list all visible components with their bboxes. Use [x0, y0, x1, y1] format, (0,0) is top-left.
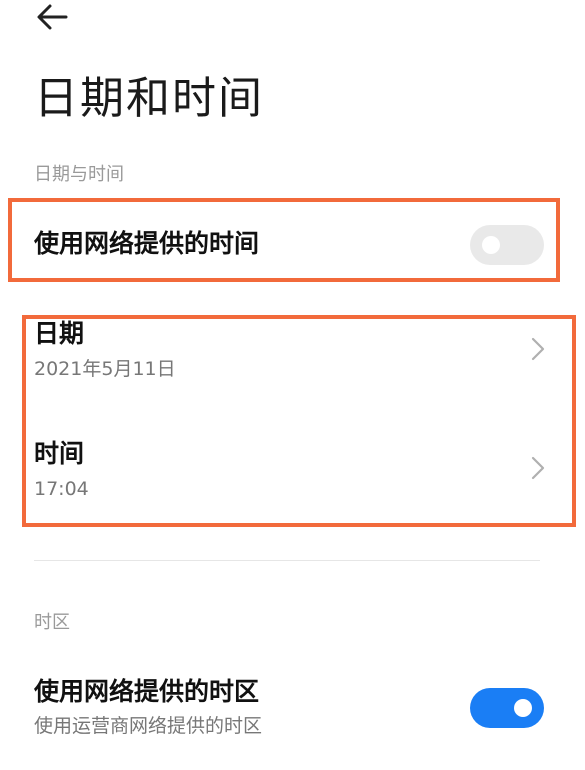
date-time-settings-page: 日期和时间 日期与时间 使用网络提供的时间 日期 2021年5月11日 时间 1…	[0, 0, 585, 770]
network-timezone-toggle[interactable]	[470, 688, 544, 728]
network-time-toggle[interactable]	[470, 225, 544, 265]
time-row[interactable]	[26, 425, 572, 523]
chevron-right-icon	[531, 456, 545, 480]
network-timezone-subtitle: 使用运营商网络提供的时区	[34, 715, 263, 737]
chevron-right-icon	[531, 337, 545, 361]
network-timezone-label: 使用网络提供的时区	[34, 677, 260, 706]
date-value: 2021年5月11日	[34, 358, 176, 380]
page-title: 日期和时间	[34, 73, 264, 124]
back-button[interactable]	[34, 0, 74, 34]
back-arrow-icon	[37, 4, 68, 30]
time-value: 17:04	[34, 478, 89, 500]
time-label: 时间	[34, 439, 85, 468]
network-time-label: 使用网络提供的时间	[34, 229, 260, 258]
section-header-timezone: 时区	[34, 612, 70, 633]
section-header-date-time: 日期与时间	[34, 164, 124, 185]
toggle-knob	[482, 236, 500, 254]
date-label: 日期	[34, 319, 85, 348]
section-divider	[34, 560, 540, 561]
toggle-knob	[514, 699, 532, 717]
